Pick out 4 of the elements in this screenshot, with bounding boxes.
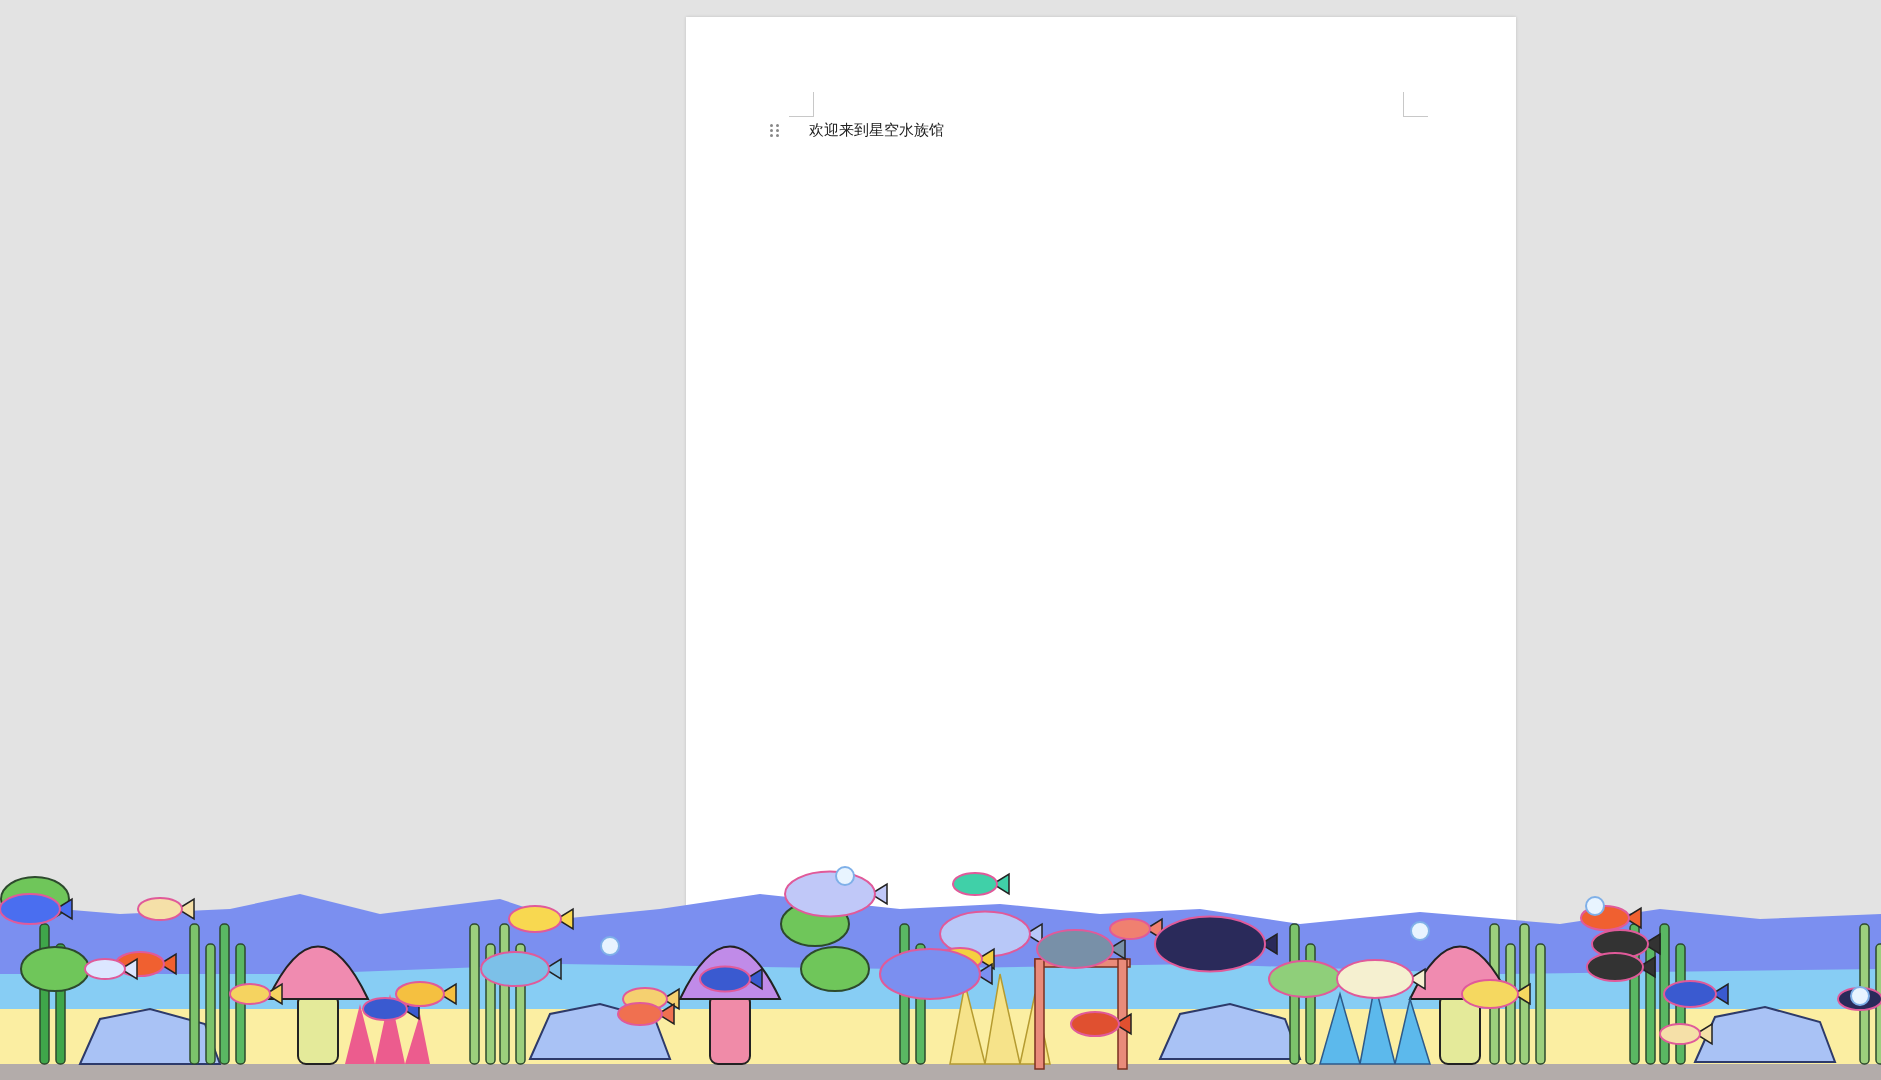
paragraph-text: 欢迎来到星空水族馆 [809,120,944,141]
drag-handle-icon[interactable] [770,123,779,137]
margin-corner-mark [789,92,814,117]
margin-corner-mark [1403,92,1428,117]
